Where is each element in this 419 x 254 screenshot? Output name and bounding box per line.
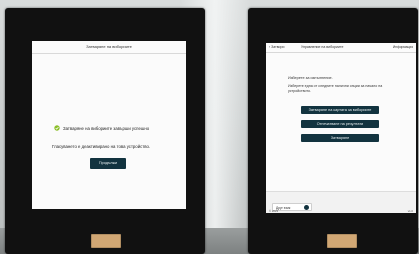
card-reader [91,234,121,248]
top-bar: ‹ Затвори Управление на вибориите Информ… [266,43,416,53]
option-button-close-card[interactable]: Затваряне на картата за вибориите [301,106,379,114]
check-icon [54,125,60,131]
help-text: Изберете една от следните налични опции … [288,84,383,93]
language-label: Друг език [276,206,291,210]
continue-button[interactable]: Продължи [90,158,126,169]
bottom-bar: Друг език © 2023 v1.0 [266,191,416,213]
globe-icon [304,205,309,210]
device-message: Гласуването е деактивирано на това устро… [52,144,151,149]
voting-kiosk-left: Затваряне на вибориите Затваряне на вибо… [5,8,205,254]
card-reader [327,234,357,248]
info-button[interactable]: Информация [393,43,413,52]
footer-right: v1.0 [407,209,413,213]
left-screen: Затваряне на вибориите Затваряне на вибо… [32,41,186,209]
option-button-close[interactable]: Затваряне [301,134,379,142]
page-title: Управление на вибориите [301,45,344,49]
option-button-print-results[interactable]: Отпечатване на резултати [301,120,379,128]
voting-kiosk-right: ‹ Затвори Управление на вибориите Информ… [248,8,418,254]
prompt-text: Изберете за изпълнение. [288,76,333,80]
footer-left: © 2023 [269,209,279,213]
back-button[interactable]: ‹ Затвори [269,43,284,52]
page-title: Затваряне на вибориите [32,41,186,54]
status-row: Затваряне на вибориите завърши успешно [54,125,149,131]
right-screen: ‹ Затвори Управление на вибориите Информ… [266,43,416,213]
status-text: Затваряне на вибориите завърши успешно [63,125,150,131]
